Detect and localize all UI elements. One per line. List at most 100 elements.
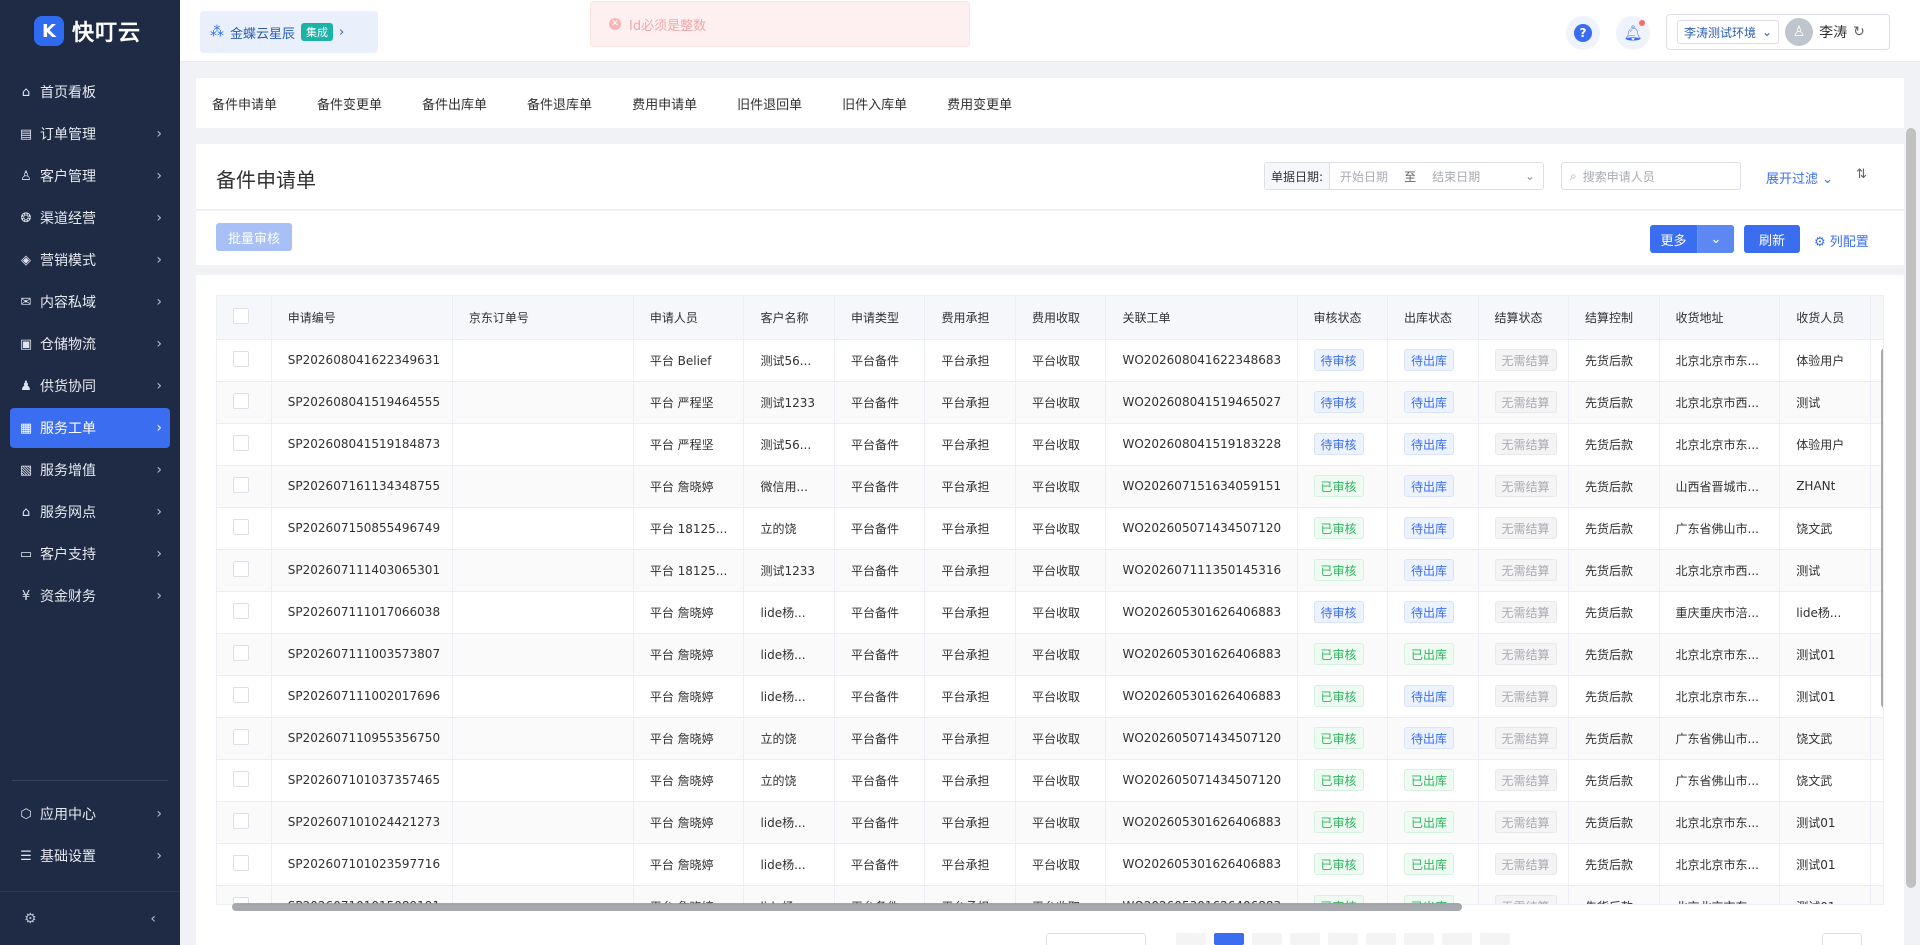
sidebar-item-home[interactable]: ⌂ 首页看板 (10, 72, 170, 112)
sidebar-item-settings-list[interactable]: ☰ 基础设置 › (10, 836, 170, 876)
row-checkbox[interactable] (233, 770, 249, 787)
table-row[interactable]: SP202607111017066038 平台 詹晓婷 lide杨... 平台备件 平台… (217, 591, 1883, 634)
column-header[interactable]: 结算状态 (1478, 296, 1570, 340)
table-row[interactable]: SP202607111403065301 平台 18125... 测试1233 平台备… (217, 549, 1883, 592)
page-size-select[interactable] (1046, 933, 1146, 945)
table-row[interactable]: SP202607101024421273 平台 詹晓婷 lide杨... 平台备件 平台… (217, 801, 1883, 844)
row-checkbox[interactable] (233, 560, 249, 577)
sidebar-item-store[interactable]: ⌂ 服务网点 › (10, 492, 170, 532)
column-header[interactable]: 出库状态 (1387, 296, 1479, 340)
sidebar-item-supply[interactable]: ♟ 供货协同 › (10, 366, 170, 406)
table-row[interactable]: SP202607111003573807 平台 詹晓婷 lide杨... 平台备件 平台… (217, 633, 1883, 676)
row-checkbox[interactable] (233, 686, 249, 703)
more-button[interactable]: 更多 ⌄ (1650, 225, 1734, 253)
column-header[interactable]: 客户名称 (743, 296, 835, 340)
column-header[interactable]: 申请人员 (633, 296, 745, 340)
date-end-input[interactable]: 结束日期 (1422, 168, 1490, 185)
table-row[interactable]: SP202607101037357465 平台 詹晓婷 立的饶 平台备件 平台承担 平台收… (217, 759, 1883, 802)
table-row[interactable]: SP202607110955356750 平台 詹晓婷 立的饶 平台备件 平台承担 平台收… (217, 717, 1883, 760)
page-button[interactable] (1252, 933, 1282, 945)
row-checkbox[interactable] (233, 728, 249, 745)
row-checkbox[interactable] (233, 434, 249, 451)
help-button[interactable]: ? (1566, 16, 1600, 50)
tab-3[interactable]: 备件退库单 (527, 94, 592, 113)
row-checkbox[interactable] (233, 854, 249, 871)
app-logo[interactable]: K 快叮云 (0, 0, 180, 62)
row-checkbox[interactable] (233, 392, 249, 409)
chevron-down-icon[interactable]: ⌄ (1698, 225, 1734, 253)
page-scrollbar[interactable] (1904, 128, 1918, 888)
environment-select[interactable]: 李涛测试环境 ⌄ (1677, 20, 1780, 44)
page-button[interactable] (1404, 933, 1434, 945)
scrollbar-thumb[interactable] (232, 903, 1462, 911)
expand-filter-link[interactable]: 展开过滤 ⌄ (1766, 168, 1833, 187)
page-button[interactable] (1290, 933, 1320, 945)
column-header[interactable]: 费用承担 (924, 296, 1016, 340)
table-row[interactable]: SP202607111002017696 平台 詹晓婷 lide杨... 平台备件 平台… (217, 675, 1883, 718)
scrollbar-thumb[interactable] (1906, 128, 1916, 888)
user-name[interactable]: 李涛 (1819, 22, 1847, 42)
tab-1[interactable]: 备件变更单 (317, 94, 382, 113)
sidebar-item-yen[interactable]: ¥ 资金财务 › (10, 576, 170, 616)
collapse-sidebar-icon[interactable]: ‹ (150, 911, 156, 927)
sidebar-item-app-center[interactable]: ⬡ 应用中心 › (10, 794, 170, 834)
column-header[interactable]: 申请编号 (271, 296, 453, 340)
reload-icon[interactable]: ↻ (1853, 24, 1865, 40)
row-checkbox[interactable] (233, 350, 249, 367)
table-row[interactable]: SP202607101023597716 平台 詹晓婷 lide杨... 平台备件 平台… (217, 843, 1883, 886)
search-input[interactable]: ⌕ 搜索申请人员 (1561, 162, 1741, 190)
goto-page-input[interactable] (1822, 933, 1862, 945)
sidebar-item-warehouse[interactable]: ▣ 仓储物流 › (10, 324, 170, 364)
page-button[interactable] (1442, 933, 1472, 945)
column-header[interactable]: 收货人员 (1779, 296, 1871, 340)
row-checkbox[interactable] (233, 518, 249, 535)
tab-5[interactable]: 旧件退回单 (737, 94, 802, 113)
row-checkbox[interactable] (233, 812, 249, 829)
table-row[interactable]: SP202607101015089191平台 詹晓婷lide杨...平台备件平台… (217, 885, 1883, 904)
page-button[interactable] (1366, 933, 1396, 945)
sidebar-item-ticket[interactable]: ▦ 服务工单 › (10, 408, 170, 448)
column-header[interactable]: 审核状态 (1297, 296, 1389, 340)
select-all-checkbox[interactable] (233, 307, 249, 324)
theme-icon[interactable]: ⚙ (24, 911, 37, 927)
tab-2[interactable]: 备件出库单 (422, 94, 487, 113)
column-header[interactable]: 收货地址 (1659, 296, 1781, 340)
notification-button[interactable]: 🔔︎ (1616, 16, 1650, 50)
page-button[interactable] (1328, 933, 1358, 945)
sidebar-item-mail[interactable]: ✉ 内容私域 › (10, 282, 170, 322)
sidebar-item-user[interactable]: ♙ 客户管理 › (10, 156, 170, 196)
date-range-filter[interactable]: 单据日期: 开始日期 至 结束日期 ⌄ (1264, 162, 1544, 190)
row-checkbox[interactable] (233, 644, 249, 661)
column-header[interactable]: 关联工单 (1105, 296, 1298, 340)
sidebar-item-support[interactable]: ▭ 客户支持 › (10, 534, 170, 574)
avatar[interactable]: ♙ (1785, 18, 1814, 46)
batch-review-button[interactable]: 批量审核 (216, 223, 292, 251)
page-prev-button[interactable] (1176, 933, 1206, 945)
page-button[interactable] (1214, 933, 1244, 945)
column-config-link[interactable]: ⚙ 列配置 (1814, 231, 1869, 250)
column-header[interactable]: 费用收取 (1015, 296, 1107, 340)
row-checkbox[interactable] (233, 602, 249, 619)
tab-6[interactable]: 旧件入库单 (842, 94, 907, 113)
sidebar-item-channel[interactable]: ❂ 渠道经营 › (10, 198, 170, 238)
page-next-button[interactable] (1480, 933, 1510, 945)
sidebar-item-order[interactable]: ▤ 订单管理 › (10, 114, 170, 154)
row-checkbox[interactable] (233, 476, 249, 493)
sort-icon[interactable]: ⇅ (1856, 167, 1867, 182)
refresh-button[interactable]: 刷新 (1744, 225, 1800, 253)
tab-4[interactable]: 费用申请单 (632, 94, 697, 113)
table-row[interactable]: SP202607161134348755 平台 詹晓婷 微信用... 平台备件 平台承担… (217, 465, 1883, 508)
table-row[interactable]: SP202608041519184873 平台 严程坚 测试56... 平台备件 平台承… (217, 423, 1883, 466)
table-row[interactable]: SP202608041519464555 平台 严程坚 测试1233 平台备件 平台承担… (217, 381, 1883, 424)
tab-7[interactable]: 费用变更单 (947, 94, 1012, 113)
table-row[interactable]: SP202608041622349631 平台 Belief 测试56... 平台备件… (217, 339, 1883, 382)
sidebar-item-gift[interactable]: ▧ 服务增值 › (10, 450, 170, 490)
horizontal-scrollbar[interactable] (220, 903, 1880, 911)
column-header[interactable]: 申请类型 (834, 296, 926, 340)
column-header[interactable]: 结算控制 (1568, 296, 1660, 340)
tab-0[interactable]: 备件申请单 (212, 94, 277, 113)
column-header[interactable]: 京东订单号 (452, 296, 634, 340)
kingdee-integration-chip[interactable]: ⁂ 金蝶云星辰 集成 › (200, 11, 378, 53)
sidebar-item-tag[interactable]: ◈ 营销模式 › (10, 240, 170, 280)
table-row[interactable]: SP202607150855496749 平台 18125... 立的饶 平台备件 平台… (217, 507, 1883, 550)
